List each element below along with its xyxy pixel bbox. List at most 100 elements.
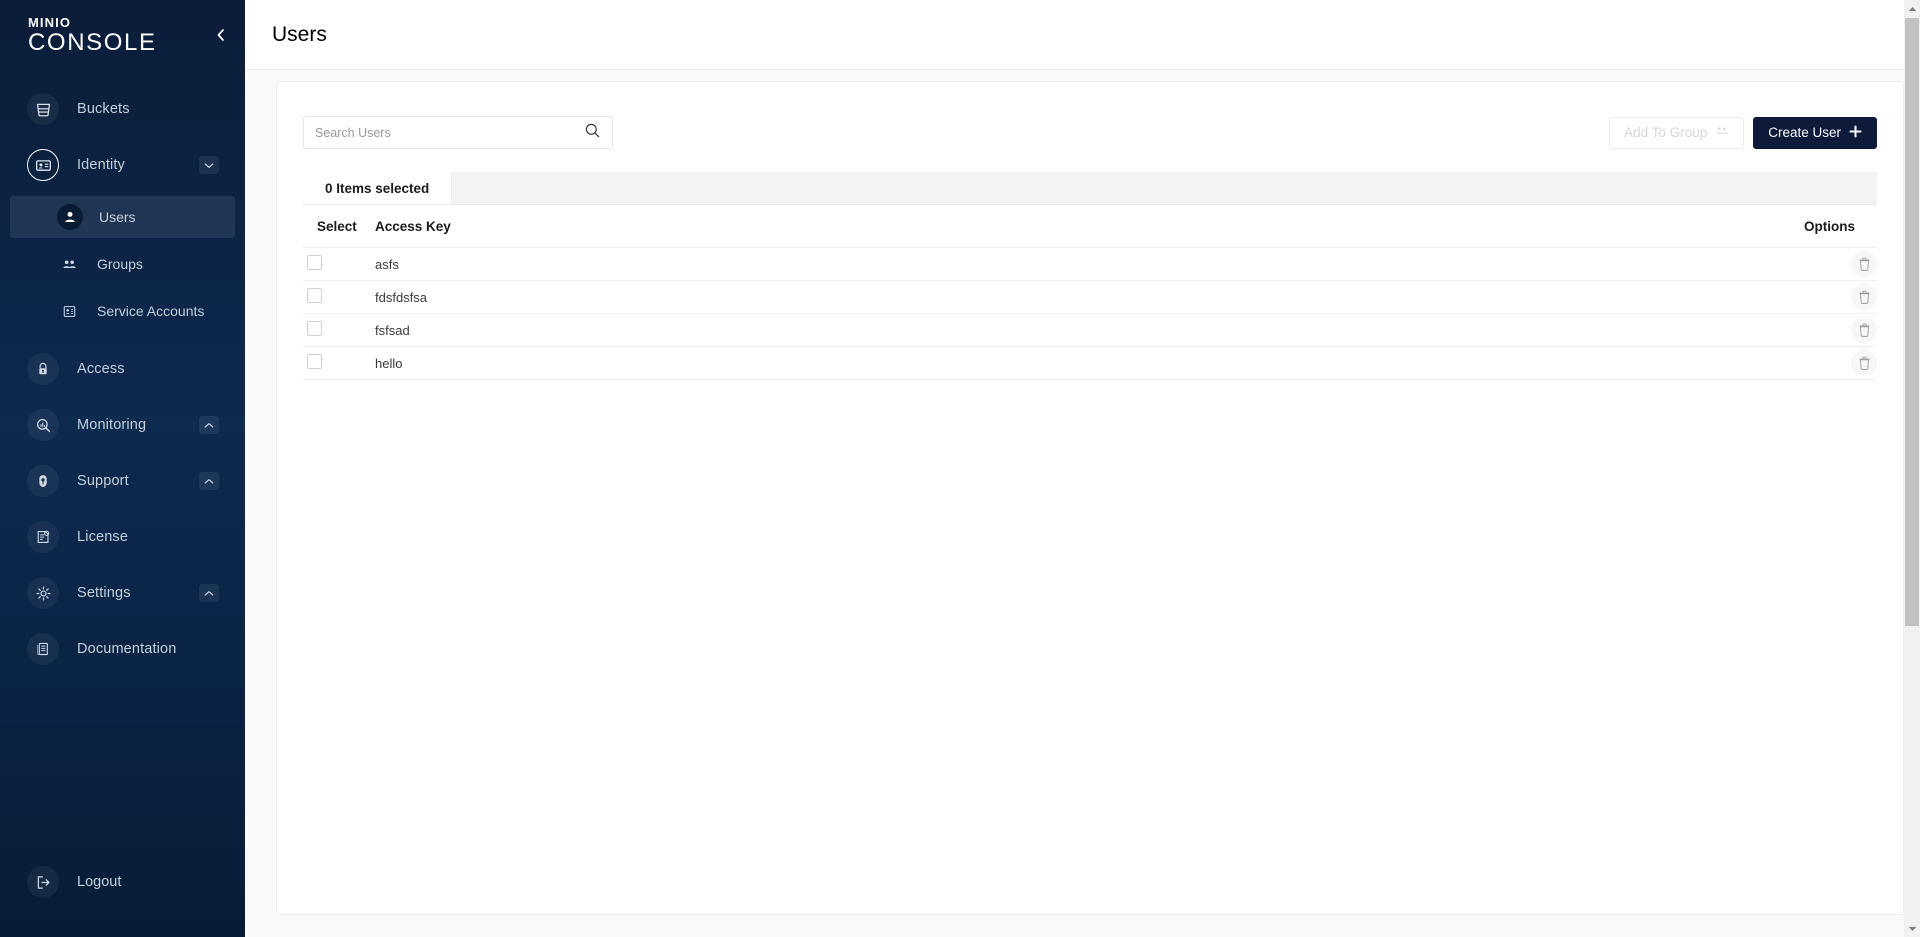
table-row[interactable]: hello xyxy=(303,346,1877,380)
chevron-up-icon[interactable] xyxy=(199,584,219,602)
sidebar-item-logout[interactable]: Logout xyxy=(0,827,245,937)
brand-console: CONSOLE xyxy=(28,28,157,56)
row-options-cell xyxy=(1757,346,1877,380)
row-select-cell xyxy=(303,280,375,314)
search-input[interactable] xyxy=(315,125,584,140)
sidebar-item-label: Groups xyxy=(97,256,143,272)
sidebar: MINIO CONSOLE Buckets Identity Users Gro… xyxy=(0,0,245,937)
logout-icon xyxy=(27,866,59,898)
sidebar-item-support[interactable]: Support xyxy=(0,456,245,506)
app-root: MINIO CONSOLE Buckets Identity Users Gro… xyxy=(0,0,1920,937)
row-checkbox[interactable] xyxy=(307,288,322,303)
items-selected-bar: 0 Items selected xyxy=(303,172,1877,205)
sidebar-item-license[interactable]: License xyxy=(0,512,245,562)
sidebar-collapse-button[interactable] xyxy=(210,27,230,47)
support-hand-icon xyxy=(27,465,59,497)
users-group-icon xyxy=(1715,124,1729,141)
sidebar-item-access[interactable]: Access xyxy=(0,344,245,394)
scroll-up-arrow-icon[interactable] xyxy=(1904,0,1920,17)
sidebar-item-label: Documentation xyxy=(77,641,177,657)
sidebar-item-groups[interactable]: Groups xyxy=(10,243,235,285)
table-row[interactable]: fdsfdsfsa xyxy=(303,280,1877,314)
toolbar: Add To Group Create User xyxy=(277,82,1903,149)
magnifier-chart-icon xyxy=(27,409,59,441)
search-icon[interactable] xyxy=(584,122,601,144)
sidebar-item-documentation[interactable]: Documentation xyxy=(0,624,245,674)
license-certificate-icon xyxy=(27,521,59,553)
brand-logo: MINIO CONSOLE xyxy=(0,0,245,70)
page-scrollbar[interactable] xyxy=(1904,0,1920,937)
trash-icon[interactable] xyxy=(1851,284,1877,310)
users-table-area: 0 Items selected Select Access Key Optio… xyxy=(303,172,1877,914)
row-access-key: fsfsad xyxy=(375,313,1757,347)
chevron-up-icon[interactable] xyxy=(199,472,219,490)
sidebar-item-identity[interactable]: Identity xyxy=(0,140,245,190)
bucket-icon xyxy=(27,93,59,125)
page-header: Users xyxy=(245,0,1920,70)
trash-icon[interactable] xyxy=(1851,251,1877,277)
row-options-cell xyxy=(1757,313,1877,347)
sidebar-item-monitoring[interactable]: Monitoring xyxy=(0,400,245,450)
brand-minio: MINIO xyxy=(28,14,72,30)
toolbar-actions: Add To Group Create User xyxy=(1609,116,1877,149)
trash-icon[interactable] xyxy=(1851,317,1877,343)
table-header-row: Select Access Key Options xyxy=(303,205,1877,248)
sidebar-item-label: Monitoring xyxy=(77,417,147,433)
sidebar-item-label: License xyxy=(77,529,129,545)
page-title: Users xyxy=(272,22,327,46)
sidebar-item-label: Service Accounts xyxy=(97,303,205,319)
row-checkbox[interactable] xyxy=(307,354,322,369)
chevron-down-icon[interactable] xyxy=(199,156,219,174)
table-row[interactable]: asfs xyxy=(303,247,1877,281)
sidebar-item-buckets[interactable]: Buckets xyxy=(0,84,245,134)
row-select-cell xyxy=(303,247,375,281)
sidebar-nav: Buckets Identity Users Groups Service Ac… xyxy=(0,70,245,827)
identity-card-icon xyxy=(27,149,59,181)
row-access-key: hello xyxy=(375,346,1757,380)
table-empty-space xyxy=(303,380,1877,914)
book-icon xyxy=(27,633,59,665)
content-bottom-strip xyxy=(245,915,1920,937)
row-access-key: asfs xyxy=(375,247,1757,281)
users-group-icon xyxy=(57,252,81,276)
gear-icon xyxy=(27,577,59,609)
row-select-cell xyxy=(303,313,375,347)
table-row[interactable]: fsfsad xyxy=(303,313,1877,347)
content-card: Add To Group Create User xyxy=(276,81,1904,915)
column-header-access-key: Access Key xyxy=(375,205,1757,248)
trash-icon[interactable] xyxy=(1851,350,1877,376)
sidebar-item-users[interactable]: Users xyxy=(10,196,235,238)
scroll-down-arrow-icon[interactable] xyxy=(1904,920,1920,937)
user-icon xyxy=(57,204,83,230)
lock-icon xyxy=(27,353,59,385)
row-checkbox[interactable] xyxy=(307,255,322,270)
sidebar-item-label: Users xyxy=(99,209,136,225)
row-select-cell xyxy=(303,346,375,380)
row-access-key: fdsfdsfsa xyxy=(375,280,1757,314)
create-user-button[interactable]: Create User xyxy=(1753,116,1877,149)
chevron-up-icon[interactable] xyxy=(199,416,219,434)
column-header-select: Select xyxy=(303,205,375,248)
main-content: Users Add To Group xyxy=(245,0,1920,937)
row-options-cell xyxy=(1757,280,1877,314)
add-to-group-button[interactable]: Add To Group xyxy=(1609,116,1745,149)
add-to-group-label: Add To Group xyxy=(1624,125,1708,140)
sidebar-item-label: Access xyxy=(77,361,125,377)
row-checkbox[interactable] xyxy=(307,321,322,336)
sidebar-item-settings[interactable]: Settings xyxy=(0,568,245,618)
create-user-label: Create User xyxy=(1768,125,1841,140)
id-badge-icon xyxy=(57,299,81,323)
search-users-box[interactable] xyxy=(303,116,613,149)
row-options-cell xyxy=(1757,247,1877,281)
users-table: Select Access Key Options asfs fdsfdsfsa… xyxy=(303,205,1877,380)
content-wrapper: Add To Group Create User xyxy=(245,70,1920,937)
chevron-left-icon xyxy=(215,28,226,47)
scrollbar-thumb[interactable] xyxy=(1905,18,1919,626)
sidebar-item-label: Identity xyxy=(77,157,125,173)
sidebar-item-service-accounts[interactable]: Service Accounts xyxy=(10,290,235,332)
items-selected-tab[interactable]: 0 Items selected xyxy=(303,172,453,204)
users-table-head: Select Access Key Options xyxy=(303,205,1877,248)
sidebar-item-label: Support xyxy=(77,473,129,489)
sidebar-item-label: Settings xyxy=(77,585,131,601)
sidebar-item-label: Logout xyxy=(77,874,122,890)
